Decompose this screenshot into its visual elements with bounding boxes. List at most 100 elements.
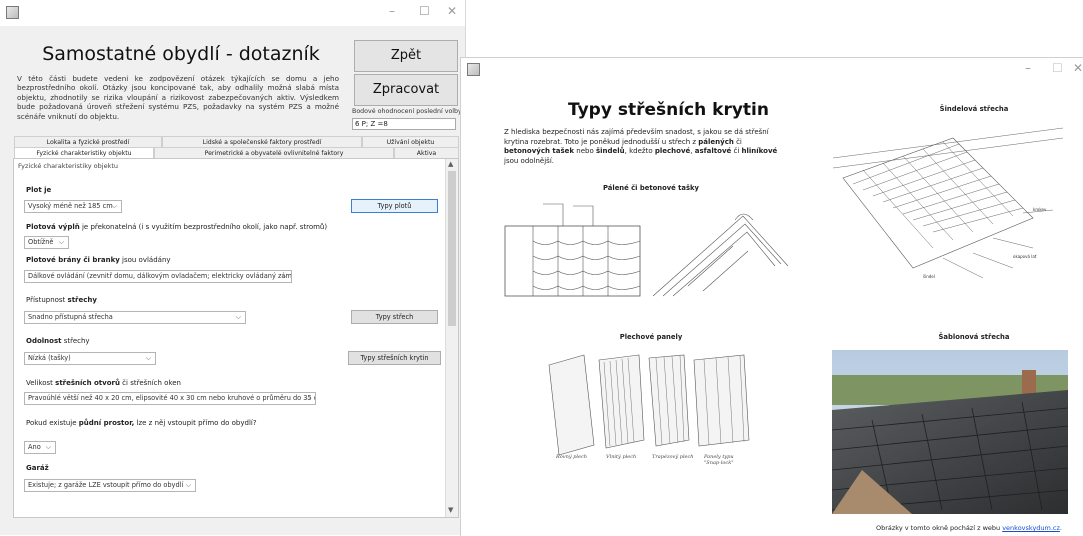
footer-end: . — [1059, 524, 1062, 532]
minimize-button[interactable]: – — [389, 4, 395, 18]
shingle-label: šindel — [923, 274, 935, 279]
plot-select-value: Vysoký méně než 185 cm — [28, 202, 113, 210]
garage-select[interactable]: Existuje; z garáže LZE vstoupit přímo do… — [24, 479, 196, 492]
process-button[interactable]: Zpracovat — [354, 74, 458, 106]
plot-select[interactable]: Vysoký méně než 185 cm ⌵ — [24, 200, 122, 213]
panel-label: Rovný plech — [556, 454, 588, 460]
question-pristupnost: Přístupnost střechy — [26, 296, 97, 304]
tiles-illustration — [503, 196, 791, 304]
q5-rest: střechy — [61, 337, 90, 345]
intro-part: , kdežto — [624, 147, 655, 156]
template-roof-photo — [832, 350, 1068, 514]
scroll-up-icon[interactable]: ▲ — [448, 160, 453, 168]
shingle-label: krokev — [1033, 207, 1047, 212]
chevron-down-icon: ⌵ — [281, 272, 287, 280]
gate-select-value: Dálkové ovládání (zevnitř domu, dálkovým… — [28, 272, 292, 280]
question-pudni-prostor: Pokud existuje půdní prostor, lze z něj … — [26, 419, 257, 427]
q4-pre: Přístupnost — [26, 296, 68, 304]
q3-rest: jsou ovládány — [119, 256, 171, 264]
caption-tiles: Pálené či betonové tašky — [602, 184, 699, 192]
question-plotova-vypln: Plotová výplň je překonatelná (i s využi… — [26, 223, 327, 231]
q6-bold: střešních otvorů — [55, 379, 120, 387]
roof-access-value: Snadno přístupná střecha — [28, 313, 113, 321]
intro-bold: pálených — [698, 137, 734, 146]
intro-part: jsou odolnější. — [504, 156, 554, 165]
scroll-down-icon[interactable]: ▼ — [448, 506, 453, 514]
q6-rest: či střešních oken — [119, 379, 181, 387]
maximize-button[interactable]: ☐ — [1052, 61, 1063, 75]
intro-part: nebo — [574, 147, 596, 156]
caption-template: Šablonová střecha — [938, 333, 1010, 341]
page-title: Samostatné obydlí - dotazník — [42, 43, 320, 65]
fence-types-button[interactable]: Typy plotů — [351, 199, 438, 213]
fill-select[interactable]: Obtížně ⌵ — [24, 236, 69, 249]
app-icon — [6, 6, 19, 19]
gate-select[interactable]: Dálkové ovládání (zevnitř domu, dálkovým… — [24, 270, 292, 283]
garage-select-value: Existuje; z garáže LZE vstoupit přímo do… — [28, 481, 184, 489]
questionnaire-window: – ☐ ✕ Samostatné obydlí - dotazník V tét… — [0, 0, 466, 535]
shingle-label: okapová lať — [1013, 254, 1037, 259]
intro-bold: hliníkové — [741, 147, 778, 156]
close-button[interactable]: ✕ — [447, 4, 457, 18]
caption-shingle: Šindelová střecha — [939, 105, 1009, 113]
intro-text: V této části budete vedeni ke zodpovězen… — [17, 74, 339, 121]
title-bar: – ☐ ✕ — [0, 0, 465, 26]
panel-label: Vlnitý plech — [606, 454, 637, 460]
roofing-types-button[interactable]: Typy střešních krytin — [348, 351, 441, 365]
source-link[interactable]: venkovskydum.cz — [1002, 524, 1060, 532]
tab-perimetricke[interactable]: Perimetrické a obyvatelé ovlivnitelné fa… — [154, 147, 394, 158]
fill-select-value: Obtížně — [28, 238, 54, 246]
question-garaz: Garáž — [26, 464, 49, 472]
roof-openings-value: Pravoúhlé větší než 40 x 20 cm, elipsovi… — [28, 394, 316, 402]
question-plot-bold: Plot je — [26, 186, 52, 194]
roof-resistance-value: Nízká (tašky) — [28, 354, 71, 362]
info-intro: Z hlediska bezpečnosti nás zajímá předev… — [504, 128, 784, 166]
attic-select[interactable]: Ano ⌵ — [24, 441, 56, 454]
score-field[interactable]: 6 P; Z =8 — [352, 118, 456, 130]
q8-bold: Garáž — [26, 464, 49, 472]
attic-select-value: Ano — [28, 443, 41, 451]
tab-aktiva[interactable]: Aktiva — [394, 147, 459, 158]
minimize-button[interactable]: – — [1025, 61, 1031, 75]
roof-resistance-select[interactable]: Nízká (tašky) ⌵ — [24, 352, 156, 365]
shingle-illustration: krokev okapová lať šindel — [833, 118, 1069, 292]
intro-bold: betonových tašek — [504, 147, 575, 156]
tab-fyzicke-charakteristiky[interactable]: Fyzické charakteristiky objektu — [14, 147, 154, 158]
info-title: Typy střešních krytin — [568, 100, 769, 120]
question-otvory: Velikost střešních otvorů či střešních o… — [26, 379, 181, 387]
footer-text: Obrázky v tomto okně pochází z webu — [875, 524, 1003, 532]
q4-bold: střechy — [67, 296, 97, 304]
questions-panel: Fyzické charakteristiky objektu Plot je … — [13, 158, 459, 518]
chevron-down-icon: ⌵ — [305, 394, 311, 402]
tab-lokalita[interactable]: Lokalita a fyzické prostředí — [14, 136, 162, 147]
panels-illustration: Rovný plech Vlnitý plech Trapézový plech… — [544, 350, 754, 474]
score-label: Bodové ohodnocení poslední volby — [352, 108, 462, 115]
back-button[interactable]: Zpět — [354, 40, 458, 72]
intro-part: či — [733, 137, 742, 146]
caption-panels: Plechové panely — [619, 333, 683, 341]
tab-lidske-faktory[interactable]: Lidské a společenské faktory prostředí — [162, 136, 362, 147]
panel-caption: Fyzické charakteristiky objektu — [18, 162, 119, 170]
q2-bold: Plotová výplň — [26, 223, 80, 231]
chevron-down-icon: ⌵ — [45, 443, 51, 451]
roof-openings-select[interactable]: Pravoúhlé větší než 40 x 20 cm, elipsovi… — [24, 392, 316, 405]
chevron-down-icon: ⌵ — [111, 202, 117, 210]
q2-rest: je překonatelná (i s využitím bezprostře… — [79, 223, 328, 231]
chevron-down-icon: ⌵ — [145, 354, 151, 362]
question-plot: Plot je — [26, 186, 51, 194]
question-odolnost: Odolnost střechy — [26, 337, 90, 345]
intro-bold: plechové — [654, 147, 691, 156]
intro-bold: šindelů — [595, 147, 625, 156]
maximize-button[interactable]: ☐ — [419, 4, 430, 18]
panel-label: Panely typu "Snap-lock" — [704, 454, 734, 466]
chevron-down-icon: ⌵ — [185, 481, 191, 489]
q7-rest: lze z něj vstoupit přímo do obydlí? — [134, 419, 257, 427]
roof-types-button[interactable]: Typy střech — [351, 310, 438, 324]
vertical-scrollbar[interactable]: ▲ ▼ — [445, 159, 458, 517]
q7-pre: Pokud existuje — [26, 419, 79, 427]
scrollbar-thumb[interactable] — [448, 171, 456, 326]
app-icon — [467, 63, 480, 76]
tab-uzivani[interactable]: Užívání objektu — [362, 136, 459, 147]
roof-access-select[interactable]: Snadno přístupná střecha ⌵ — [24, 311, 246, 324]
close-button[interactable]: ✕ — [1073, 61, 1083, 75]
